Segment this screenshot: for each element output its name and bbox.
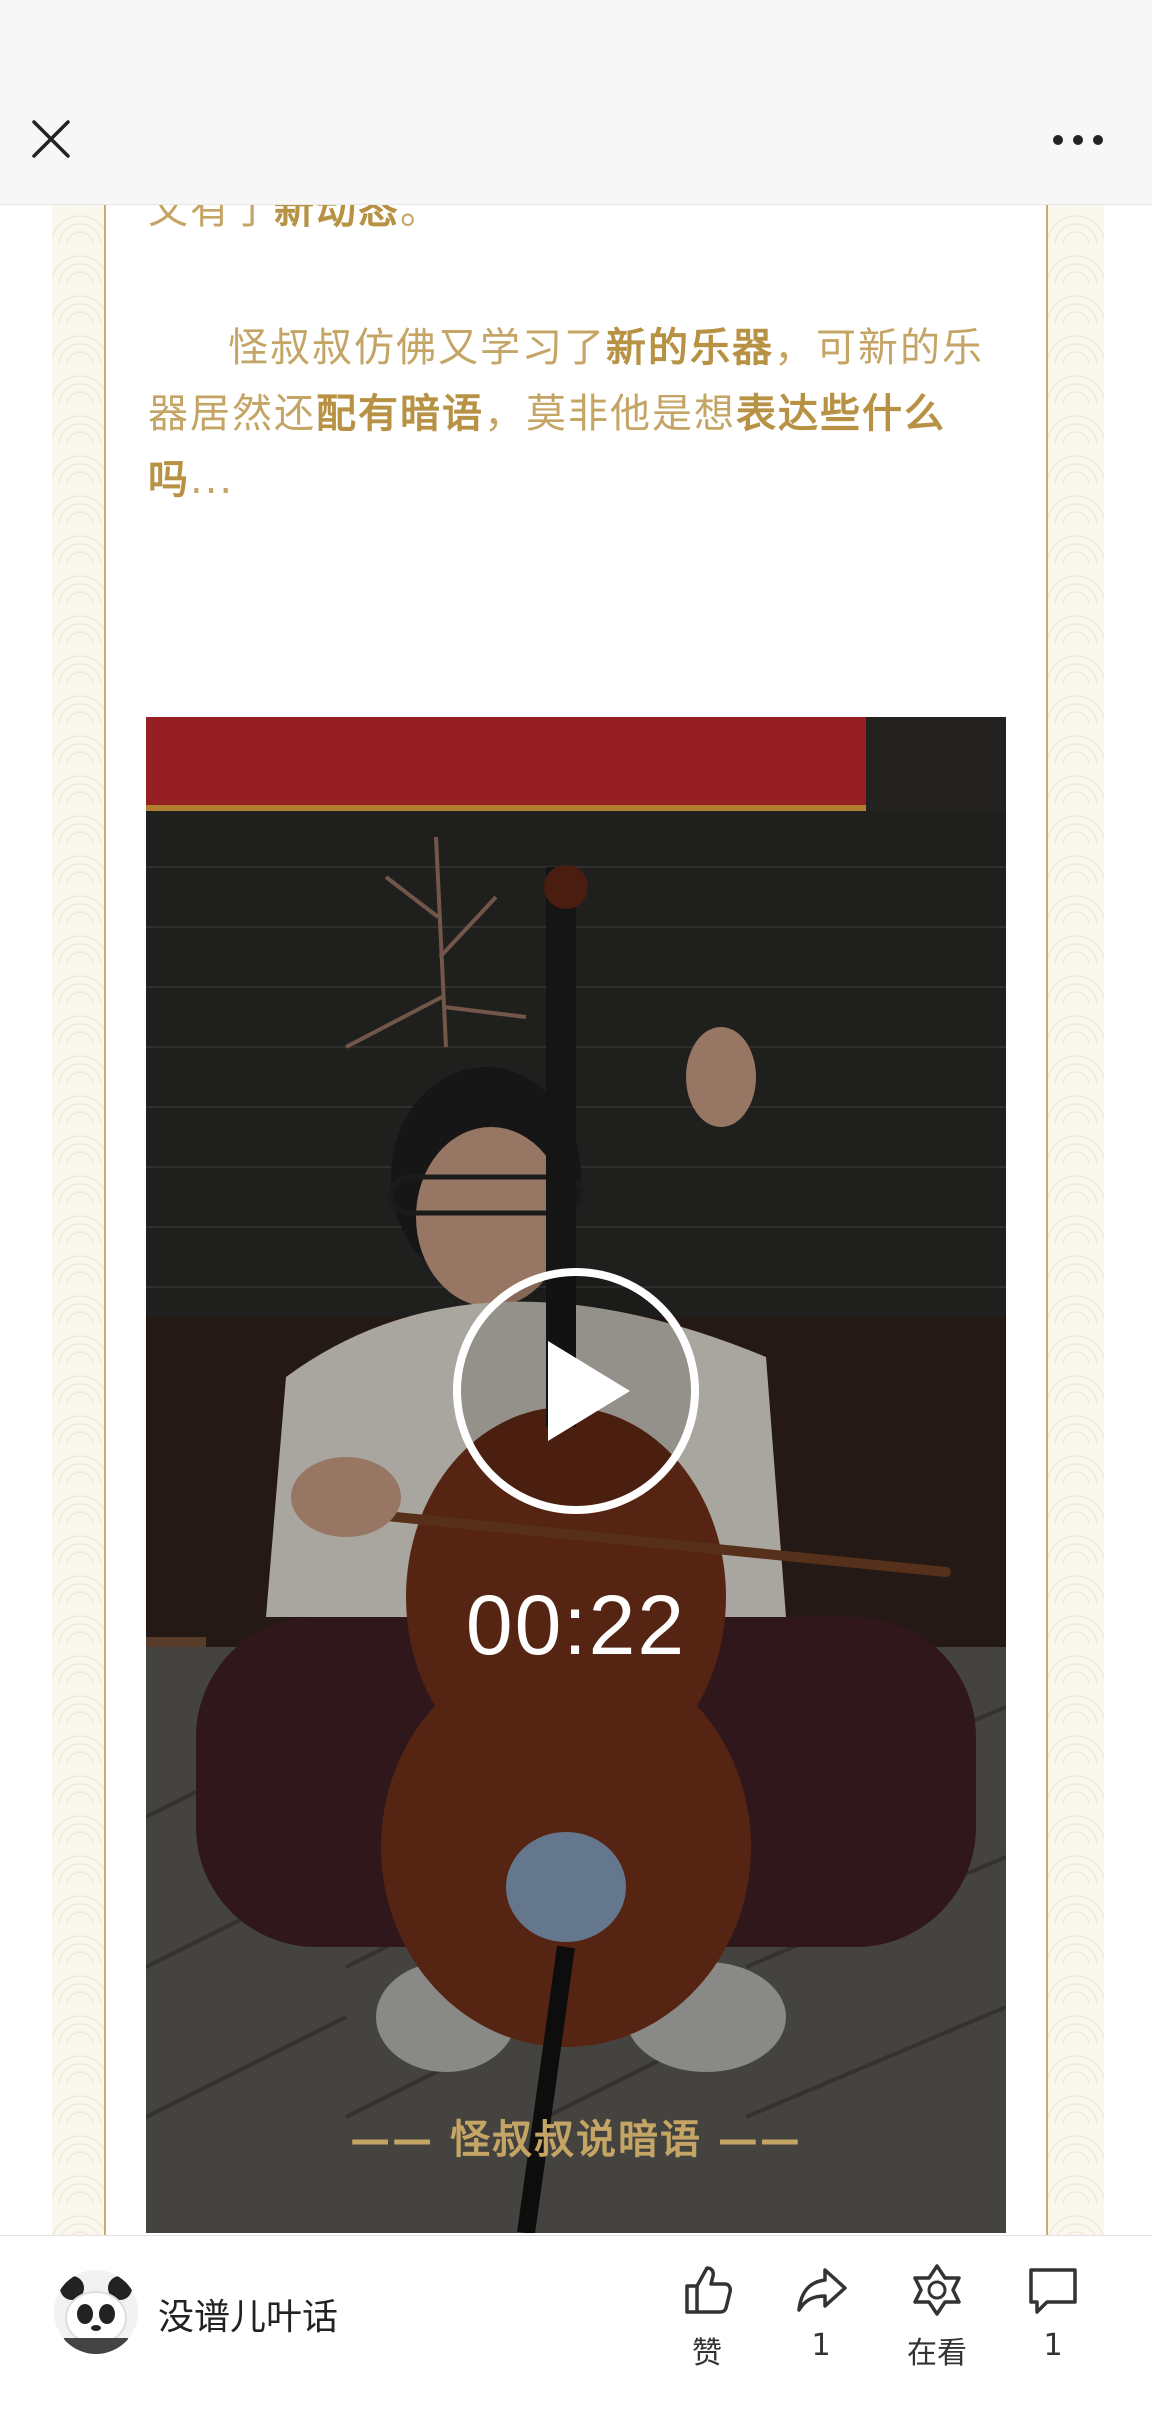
like-label: 赞: [692, 2336, 722, 2371]
video-duration: 00:22: [465, 1578, 687, 1672]
decorative-border-left: [52, 205, 108, 2235]
account-avatar[interactable]: [54, 2270, 138, 2354]
para2-bold-seg: 配有暗语: [316, 391, 484, 437]
video-player[interactable]: 00:22: [146, 717, 1006, 2233]
share-count: 1: [811, 2328, 831, 2363]
comment-bubble-icon: [1029, 2268, 1077, 2314]
watching-label: 在看: [907, 2336, 967, 2371]
close-icon[interactable]: [30, 118, 72, 160]
top-bar: [0, 0, 1152, 205]
para1-prefix: 又有了: [148, 205, 274, 233]
decorative-border-right: [1048, 205, 1104, 2235]
watching-button[interactable]: 在看: [882, 2262, 992, 2382]
para1-suffix: 。: [400, 205, 442, 233]
bottom-bar: 没谱儿叶话 赞 1 在看 1: [0, 2235, 1152, 2433]
paragraph-2: 怪叔叔仿佛又学习了新的乐器，可新的乐器居然还配有暗语，莫非他是想表达些什么吗..…: [148, 315, 1008, 513]
para2-seg: ，莫非他是想: [484, 391, 736, 437]
section-subhead: —— 怪叔叔说暗语 ——: [350, 2117, 802, 2163]
watching-star-icon: [913, 2264, 961, 2316]
play-icon[interactable]: [452, 1267, 700, 1515]
thumbs-up-icon: [685, 2266, 732, 2314]
share-button[interactable]: 1: [766, 2262, 876, 2382]
para2-seg: 怪叔叔仿佛又学习了: [228, 325, 606, 371]
comment-count: 1: [1043, 2328, 1063, 2363]
like-button[interactable]: 赞: [652, 2262, 762, 2382]
account-name[interactable]: 没谱儿叶话: [158, 2288, 338, 2340]
paragraph-1: 又有了新动态。: [148, 205, 1008, 243]
para2-bold-seg: 新的乐器: [606, 325, 774, 371]
frame-line-left: [104, 205, 106, 2235]
panda-avatar-icon: [54, 2270, 138, 2354]
para1-bold: 新动态: [274, 205, 400, 233]
frame-line-right: [1046, 205, 1048, 2235]
comment-button[interactable]: 1: [998, 2262, 1108, 2382]
para2-seg: ...: [190, 457, 235, 503]
share-arrow-icon: [797, 2268, 847, 2312]
more-horizontal-icon[interactable]: [1050, 128, 1106, 152]
article-body: 又有了新动态。 怪叔叔仿佛又学习了新的乐器，可新的乐器居然还配有暗语，莫非他是想…: [0, 205, 1152, 2235]
